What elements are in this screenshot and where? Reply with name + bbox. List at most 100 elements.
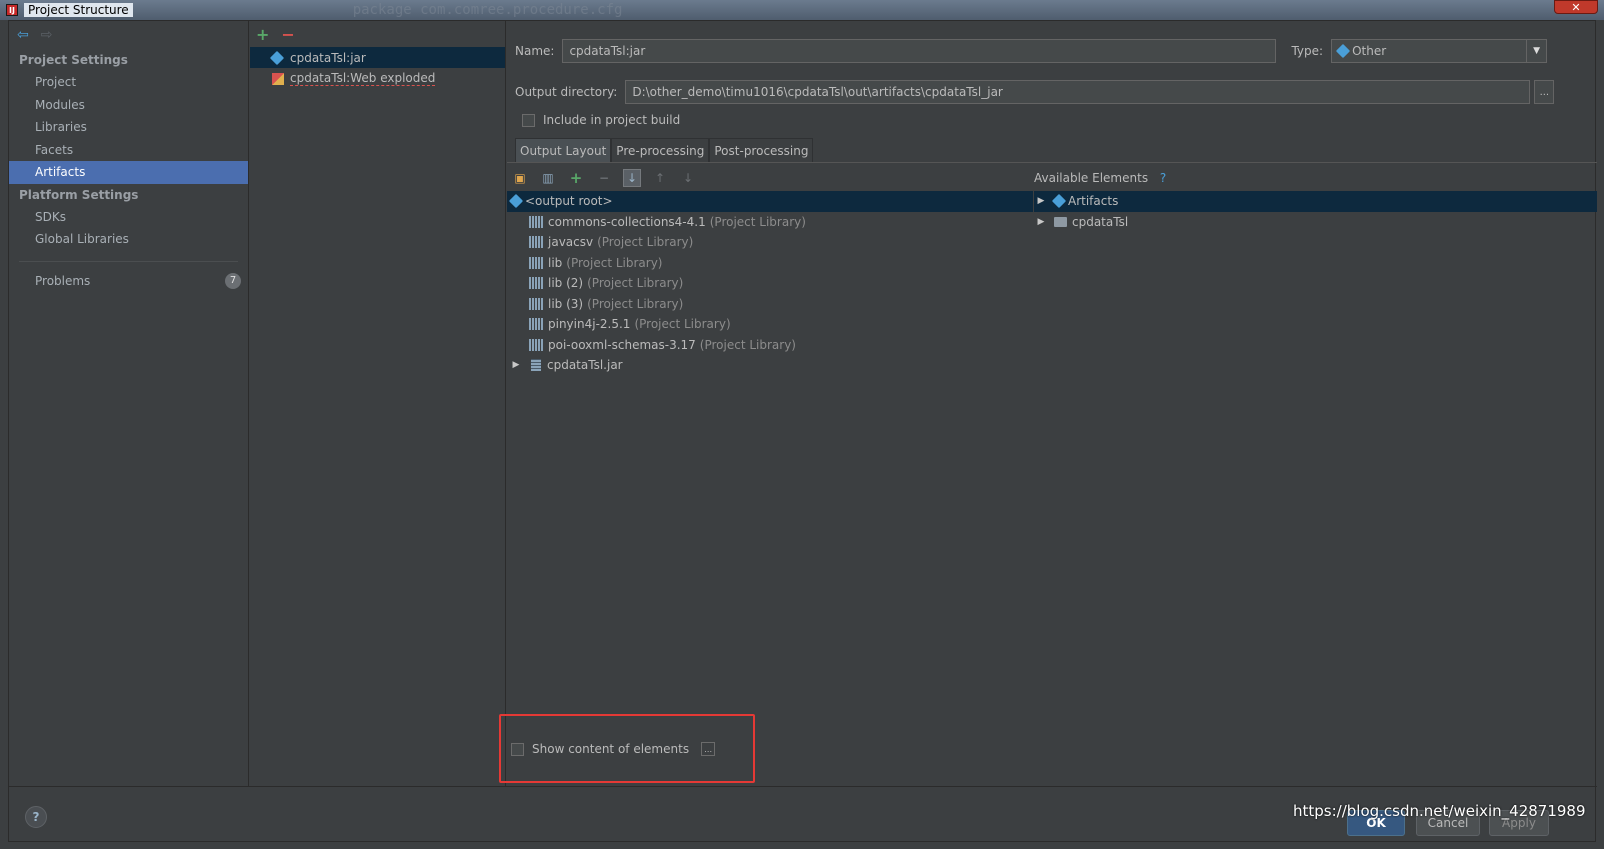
jar-node-label: cpdataTsl.jar	[547, 358, 623, 373]
available-item-artifacts[interactable]: ▶ Artifacts	[1034, 191, 1597, 212]
ellipsis-icon: ...	[1539, 86, 1550, 98]
output-root-label: <output root>	[525, 194, 613, 209]
output-root-row[interactable]: <output root>	[507, 191, 1033, 212]
sidebar-item-problems[interactable]: Problems 7	[9, 270, 248, 293]
sort-icon[interactable]: ↓	[623, 169, 641, 187]
expand-arrow-icon[interactable]: ▶	[509, 360, 523, 370]
artifact-settings-panel: Name: Type: Other ▼ Output directory: ..…	[507, 21, 1597, 786]
expand-arrow-icon[interactable]: ▶	[1034, 196, 1048, 206]
library-kind: (Project Library)	[699, 337, 796, 352]
artifact-item[interactable]: cpdataTsl:jar	[250, 47, 505, 68]
expand-arrow-icon[interactable]: ▶	[1034, 217, 1048, 227]
library-name: lib (2)	[548, 276, 584, 291]
browse-button[interactable]: ...	[1534, 80, 1555, 104]
module-folder-icon	[1054, 216, 1067, 227]
library-kind: (Project Library)	[587, 276, 684, 291]
include-in-build-checkbox[interactable]	[522, 113, 535, 127]
help-button[interactable]: ?	[25, 806, 47, 828]
sidebar-item-project[interactable]: Project	[9, 71, 248, 94]
tab-post-processing[interactable]: Post-processing	[709, 138, 814, 163]
output-layout-toolbar: ▣ ▥ + − ↓ ↑ ↓	[511, 167, 697, 189]
library-name: pinyin4j-2.5.1	[548, 317, 631, 332]
add-artifact-icon[interactable]: +	[256, 25, 269, 44]
sidebar-item-modules[interactable]: Modules	[9, 94, 248, 117]
sidebar-divider	[19, 260, 238, 262]
nav-arrows: ⇦ ⇨	[9, 21, 248, 49]
library-kind: (Project Library)	[587, 296, 684, 311]
available-elements-tree: ▶ Artifacts ▶ cpdataTsl	[1034, 191, 1597, 232]
library-icon	[529, 215, 543, 228]
available-item-module[interactable]: ▶ cpdataTsl	[1034, 212, 1597, 233]
layout-tabs: Output Layout Pre-processing Post-proces…	[515, 138, 814, 163]
artifact-item[interactable]: cpdataTsl:Web exploded	[250, 68, 505, 89]
tree-row[interactable]: poi-ooxml-schemas-3.17 (Project Library)	[507, 335, 1033, 356]
back-arrow-icon[interactable]: ⇦	[17, 27, 29, 43]
help-icon[interactable]: ?	[1160, 171, 1166, 185]
problems-count-badge: 7	[225, 272, 241, 289]
forward-arrow-icon[interactable]: ⇨	[41, 27, 53, 43]
sidebar-item-libraries[interactable]: Libraries	[9, 116, 248, 139]
library-icon	[529, 236, 543, 249]
library-kind: (Project Library)	[634, 317, 731, 332]
library-kind: (Project Library)	[566, 255, 663, 270]
jar-archive-icon	[531, 359, 541, 372]
output-directory-label: Output directory:	[515, 85, 618, 99]
type-diamond-icon	[1335, 43, 1351, 59]
sidebar-item-facets[interactable]: Facets	[9, 139, 248, 162]
include-in-build-label: Include in project build	[543, 113, 681, 127]
type-value: Other	[1352, 44, 1387, 58]
artifacts-toolbar: + −	[250, 21, 505, 47]
move-down-icon[interactable]: ↓	[679, 169, 697, 187]
tree-row[interactable]: pinyin4j-2.5.1 (Project Library)	[507, 314, 1033, 335]
platform-settings-heading: Platform Settings	[19, 187, 139, 202]
root-diamond-icon	[508, 194, 524, 209]
tab-pre-processing[interactable]: Pre-processing	[611, 138, 710, 163]
sidebar-item-artifacts[interactable]: Artifacts	[9, 161, 248, 184]
type-label: Type:	[1291, 44, 1324, 58]
library-icon	[529, 338, 543, 351]
tab-divider	[507, 162, 1597, 163]
remove-icon[interactable]: −	[595, 169, 613, 187]
jar-icon[interactable]: ▥	[539, 169, 557, 187]
output-directory-field[interactable]	[625, 80, 1531, 104]
folder-new-icon[interactable]: ▣	[511, 169, 529, 187]
available-item-label: cpdataTsl	[1072, 214, 1129, 229]
name-row: Name: Type: Other ▼	[515, 39, 1548, 63]
close-window-button[interactable]: ✕	[1554, 0, 1598, 14]
available-item-label: Artifacts	[1068, 194, 1119, 209]
library-kind: (Project Library)	[597, 235, 694, 250]
artifact-label: cpdataTsl:Web exploded	[290, 71, 436, 86]
tree-row[interactable]: lib (3) (Project Library)	[507, 294, 1033, 315]
type-dropdown[interactable]: Other ▼	[1331, 39, 1548, 63]
library-icon	[529, 256, 543, 269]
available-elements-label: Available Elements	[1034, 171, 1149, 185]
remove-artifact-icon[interactable]: −	[281, 25, 294, 44]
settings-sidebar: ⇦ ⇨ Project Settings Project Modules Lib…	[9, 21, 249, 786]
close-icon: ✕	[1571, 0, 1581, 14]
background-editor-code: package com.comree.procedure.cfg	[352, 2, 623, 18]
csdn-watermark: https://blog.csdn.net/weixin_42871989	[1293, 802, 1586, 820]
chevron-down-icon[interactable]: ▼	[1526, 40, 1546, 62]
project-structure-dialog: ⇦ ⇨ Project Settings Project Modules Lib…	[8, 20, 1597, 842]
annotation-highlight-box	[499, 714, 755, 783]
library-name: lib (3)	[548, 296, 584, 311]
window-title: Project Structure	[24, 3, 133, 17]
available-elements-header: Available Elements ?	[1034, 171, 1166, 185]
add-icon[interactable]: +	[567, 169, 585, 187]
tree-row[interactable]: javacsv (Project Library)	[507, 232, 1033, 253]
name-field[interactable]	[562, 39, 1277, 63]
library-name: lib	[548, 255, 563, 270]
window-title-bar: IJ Project Structure package com.comree.…	[0, 0, 1604, 20]
library-icon	[529, 318, 543, 331]
tree-row[interactable]: lib (Project Library)	[507, 253, 1033, 274]
move-up-icon[interactable]: ↑	[651, 169, 669, 187]
tab-output-layout[interactable]: Output Layout	[515, 138, 612, 163]
tree-row[interactable]: commons-collections4-4.1 (Project Librar…	[507, 212, 1033, 233]
project-settings-heading: Project Settings	[19, 53, 128, 67]
jar-node-row[interactable]: ▶ cpdataTsl.jar	[507, 355, 1033, 376]
tree-row[interactable]: lib (2) (Project Library)	[507, 273, 1033, 294]
library-kind: (Project Library)	[709, 214, 806, 229]
sidebar-item-sdks[interactable]: SDKs	[9, 206, 248, 229]
sidebar-item-global-libraries[interactable]: Global Libraries	[9, 228, 248, 251]
artifact-diamond-icon	[269, 50, 285, 65]
